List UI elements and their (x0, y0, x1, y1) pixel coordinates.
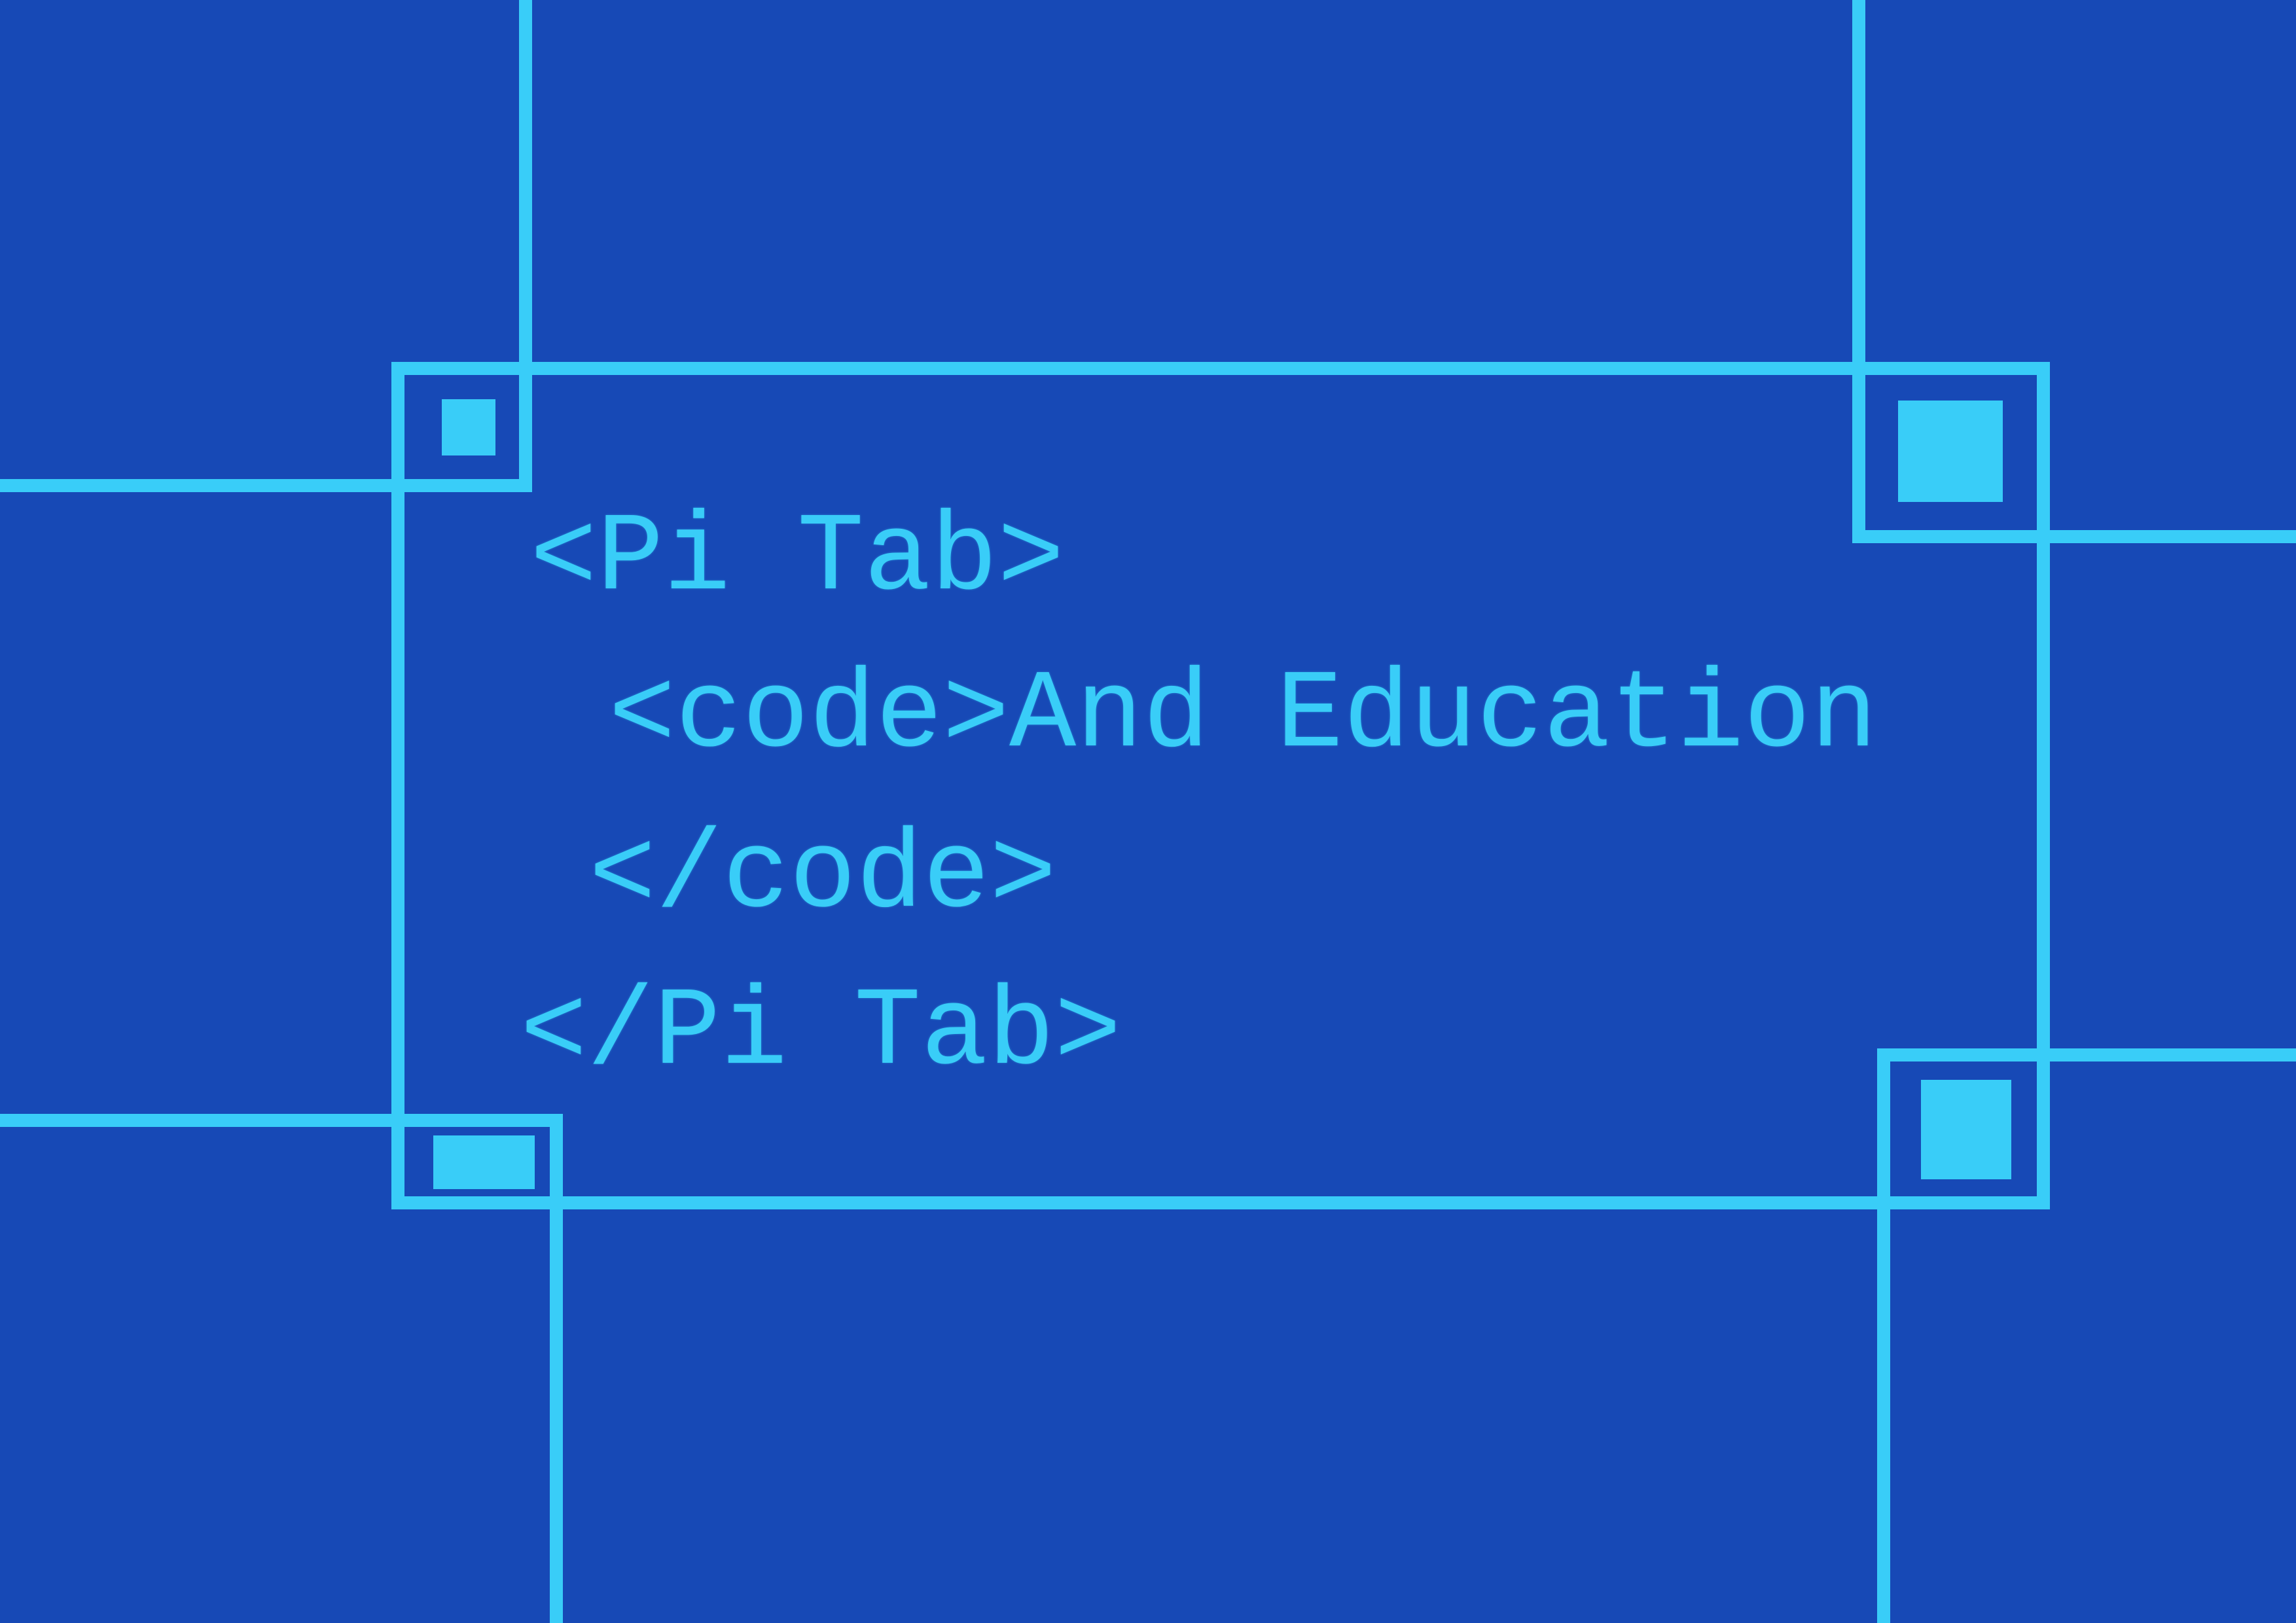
code-line-open-pi-tab: <Pi Tab> (530, 496, 1065, 622)
top-left-square-pad (442, 399, 495, 455)
bottom-left-square-pad (433, 1135, 535, 1189)
code-line-close-code: </code> (589, 813, 1057, 940)
circuit-frame-graphic (0, 0, 2296, 1623)
top-right-square-pad (1898, 401, 2003, 502)
code-line-close-pi-tab: </Pi Tab> (520, 971, 1122, 1097)
bottom-right-square-pad (1921, 1080, 2011, 1179)
poster-canvas: <Pi Tab> <code>And Education </code> </P… (0, 0, 2296, 1623)
code-line-open-code-and-education: <code>And Education (609, 653, 1878, 779)
